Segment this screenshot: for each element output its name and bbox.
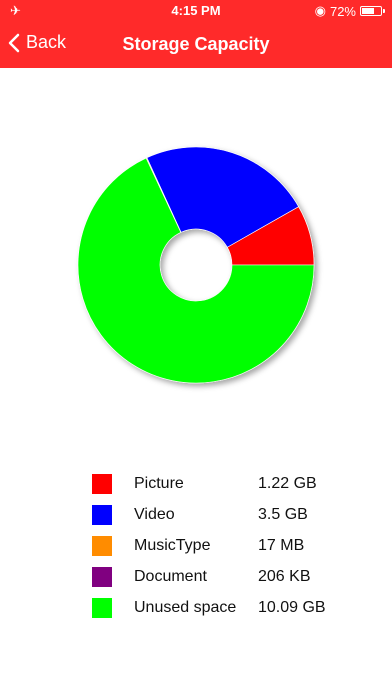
status-right: ◉ 72% [314,3,385,19]
legend-row: Picture 1.22 GB [92,468,358,499]
legend-label: Document [134,567,207,585]
nav-bar: Back Storage Capacity [0,22,392,68]
legend-value: 206 KB [258,567,311,585]
legend-swatch [92,504,112,525]
legend-swatch [92,535,112,556]
orientation-lock-icon: ◉ [314,3,326,18]
battery-icon [360,6,385,16]
legend-swatch [92,473,112,494]
battery-percent: 72% [329,3,356,19]
legend-value: 1.22 GB [258,474,317,492]
battery-level [362,8,375,14]
legend-value: 10.09 GB [258,598,326,616]
legend-label: Video [134,505,175,523]
legend-label: Picture [134,474,184,492]
page-title: Storage Capacity [122,34,270,54]
app-header: ✈ 4:15 PM ◉ 72% Back Storage Capacity [0,0,392,68]
legend-swatch [92,597,112,618]
legend-row: Document 206 KB [92,561,358,592]
legend-row: MusicType 17 MB [92,530,358,561]
legend-label: MusicType [134,536,211,554]
legend-value: 17 MB [258,536,305,554]
legend-row: Video 3.5 GB [92,499,358,530]
donut-chart-svg [77,146,315,384]
storage-legend: Picture 1.22 GB Video 3.5 GB MusicType 17 MB D… [92,468,358,623]
legend-swatch [92,566,112,587]
status-bar: ✈ 4:15 PM ◉ 72% [0,0,392,22]
legend-row: Unused space 10.09 GB [92,592,358,623]
legend-value: 3.5 GB [258,505,308,523]
legend-label: Unused space [134,598,237,616]
storage-donut-chart [0,120,392,420]
